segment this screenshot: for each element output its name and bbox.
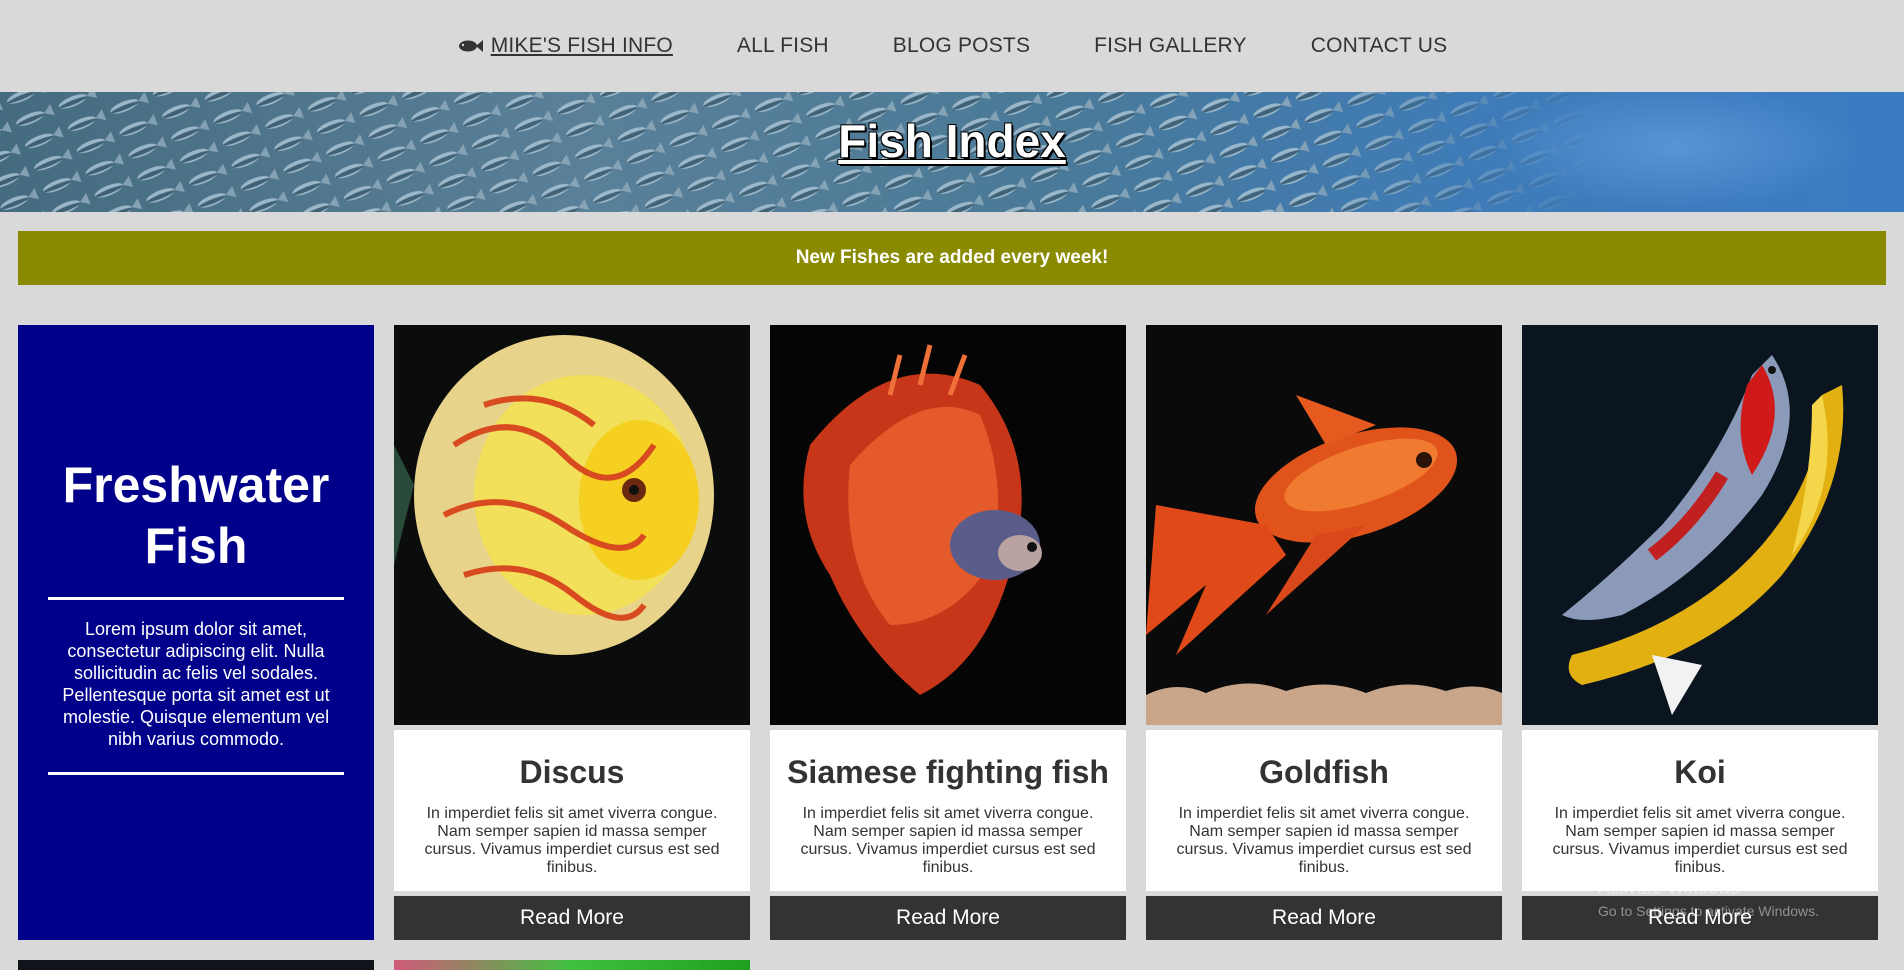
fish-grid: Freshwater Fish Lorem ipsum dolor sit am… — [18, 325, 1880, 940]
nav-link-contact-us[interactable]: CONTACT US — [1311, 34, 1448, 58]
fish-card: Discus In imperdiet felis sit amet viver… — [394, 325, 750, 940]
activation-watermark: Activate Windows Go to Settings to activ… — [1598, 878, 1819, 919]
intro-text: Lorem ipsum dolor sit amet, consectetur … — [62, 619, 330, 749]
card-body: Goldfish In imperdiet felis sit amet viv… — [1146, 730, 1502, 891]
goldfish-image — [1146, 325, 1502, 725]
fish-card: Siamese fighting fish In imperdiet felis… — [770, 325, 1126, 940]
card-text: In imperdiet felis sit amet viverra cong… — [424, 805, 720, 876]
nav-brand-label: MIKE'S FISH INFO — [490, 34, 673, 57]
nav-link-all-fish[interactable]: ALL FISH — [737, 34, 829, 58]
announcement-text: New Fishes are added every week! — [795, 247, 1109, 268]
fish-card: Koi In imperdiet felis sit amet viverra … — [1522, 325, 1878, 940]
intro-panel: Freshwater Fish Lorem ipsum dolor sit am… — [18, 325, 374, 940]
intro-title: Freshwater Fish — [62, 457, 330, 574]
intro-divider-bottom — [48, 772, 344, 775]
card-text: In imperdiet felis sit amet viverra cong… — [800, 805, 1096, 876]
card-title: Discus — [519, 754, 625, 790]
nav-brand-link[interactable]: MIKE'S FISH INFO — [457, 34, 673, 58]
card-text: In imperdiet felis sit amet viverra cong… — [1552, 805, 1848, 876]
fish-card: Goldfish In imperdiet felis sit amet viv… — [1146, 325, 1502, 940]
read-more-button[interactable]: Read More — [394, 896, 750, 940]
fish-icon — [458, 40, 483, 52]
read-more-button[interactable]: Read More — [1146, 896, 1502, 940]
watermark-subtitle: Go to Settings to activate Windows. — [1598, 903, 1819, 919]
card-title: Siamese fighting fish — [787, 754, 1109, 790]
top-nav: MIKE'S FISH INFO ALL FISH BLOG POSTS FIS… — [0, 0, 1904, 92]
card-body: Koi In imperdiet felis sit amet viverra … — [1522, 730, 1878, 891]
card-text: In imperdiet felis sit amet viverra cong… — [1176, 805, 1472, 876]
next-row-preview — [18, 960, 750, 970]
nav-link-blog-posts[interactable]: BLOG POSTS — [893, 34, 1030, 58]
card-title: Goldfish — [1259, 754, 1389, 790]
card-title: Koi — [1674, 754, 1726, 790]
card-body: Discus In imperdiet felis sit amet viver… — [394, 730, 750, 891]
watermark-title: Activate Windows — [1598, 878, 1741, 898]
hero-title: Fish Index — [838, 115, 1066, 167]
hero-banner: Fish Index — [0, 92, 1904, 212]
koi-image — [1522, 325, 1878, 725]
card-body: Siamese fighting fish In imperdiet felis… — [770, 730, 1126, 891]
next-row-tile-1 — [18, 960, 374, 970]
read-more-button[interactable]: Read More — [770, 896, 1126, 940]
announcement-banner: New Fishes are added every week! — [18, 231, 1886, 285]
intro-divider-top — [48, 597, 344, 600]
siamese-fighting-fish-image — [770, 325, 1126, 725]
discus-image — [394, 325, 750, 725]
nav-link-fish-gallery[interactable]: FISH GALLERY — [1094, 34, 1247, 58]
next-row-tile-2 — [394, 960, 750, 970]
